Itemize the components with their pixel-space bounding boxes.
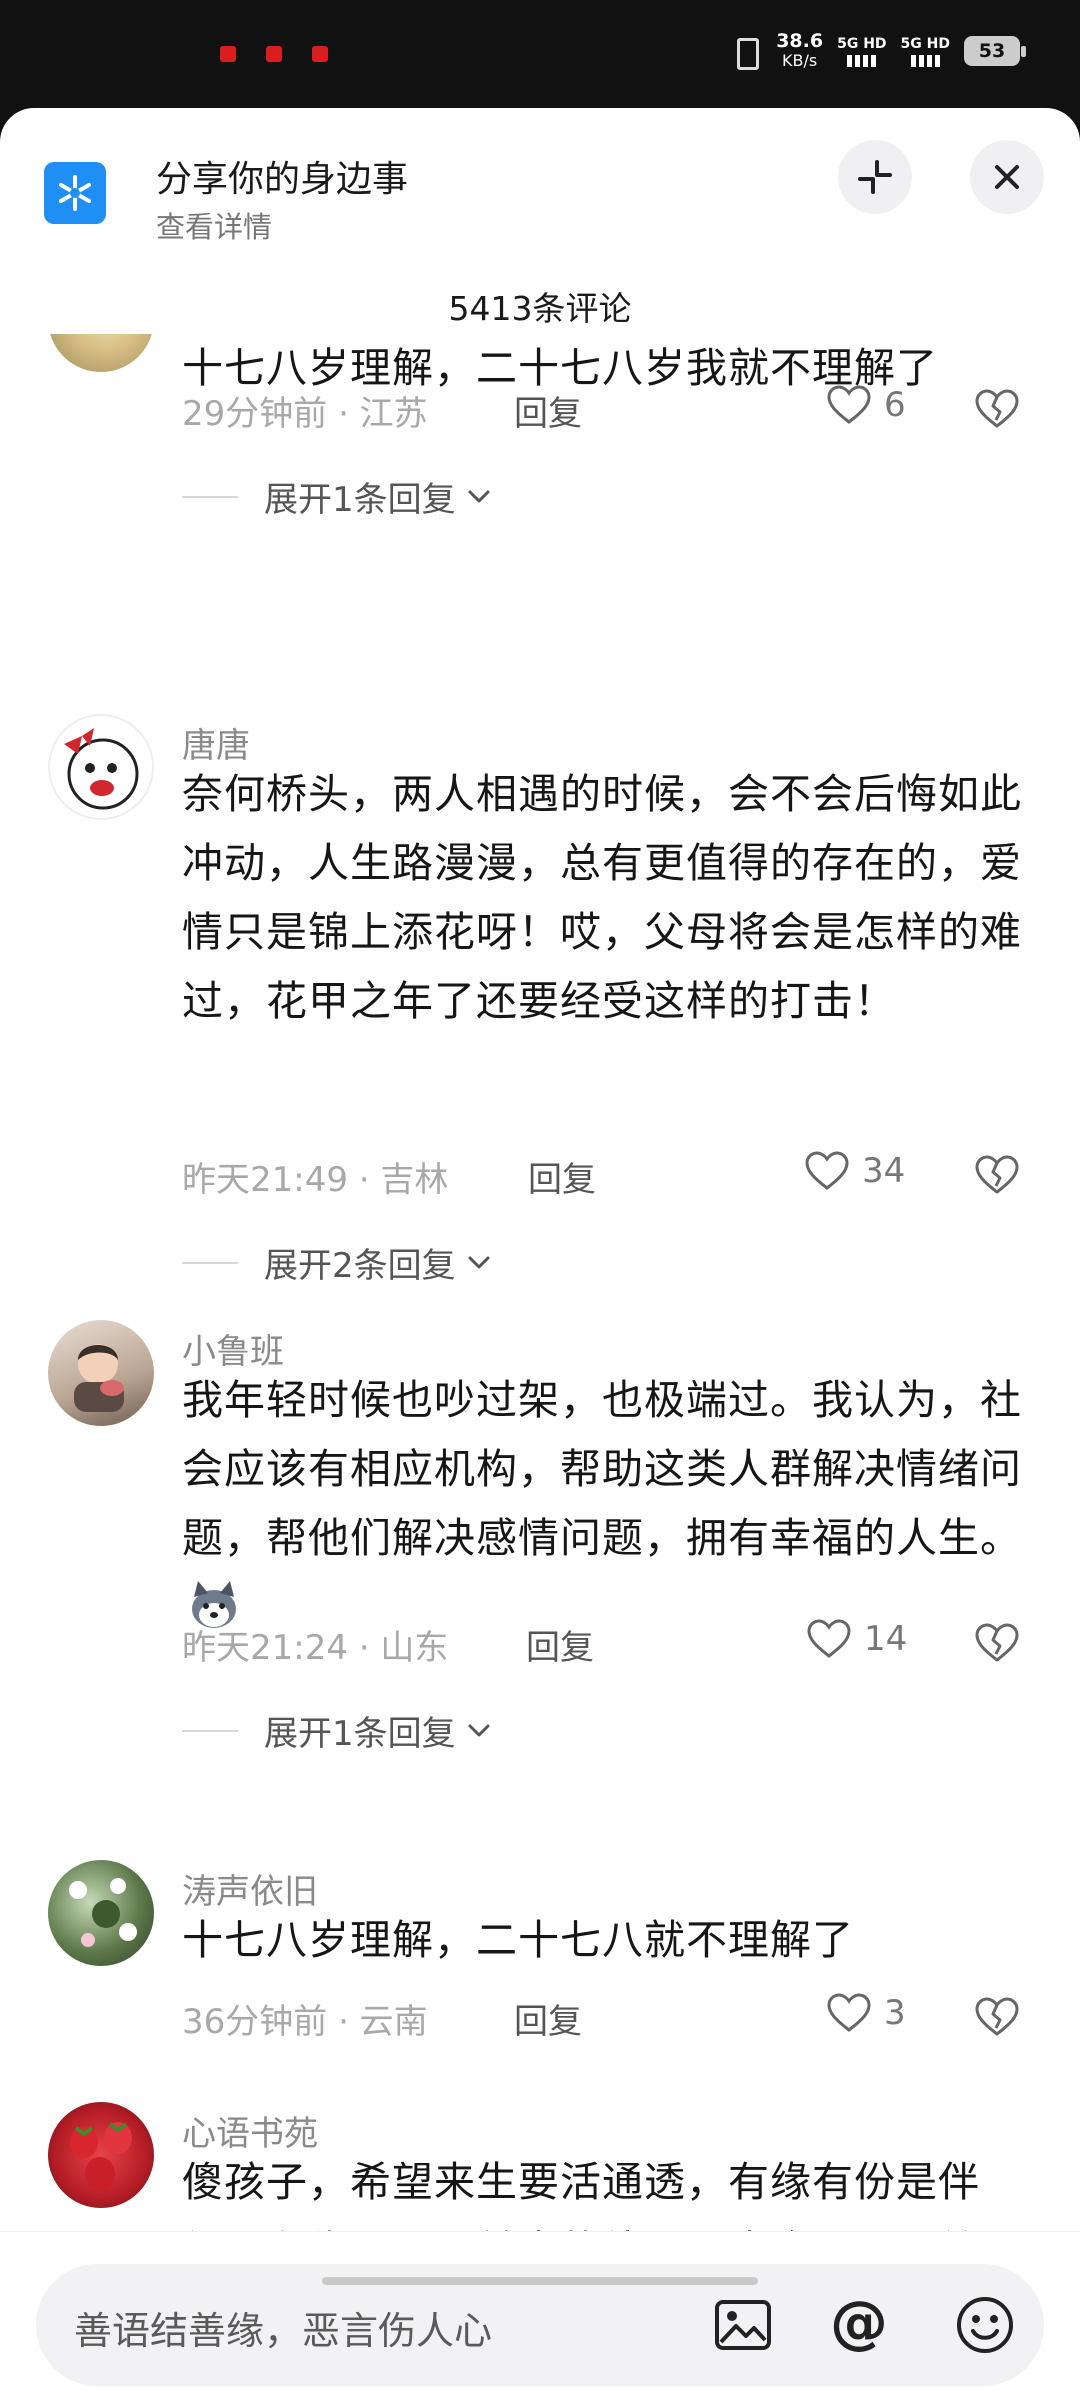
signal-bars-icon xyxy=(901,54,950,67)
heart-icon xyxy=(827,385,871,424)
signal-sim2: 5G HD xyxy=(901,36,950,67)
reply-button[interactable]: 回复 xyxy=(514,1994,582,2043)
broken-heart-icon xyxy=(975,1623,1019,1662)
comment-input-bar: 善语结善缘，恶言伤人心 @ xyxy=(0,2231,1080,2400)
comment-count: 5413条评论 xyxy=(448,289,632,328)
heart-icon xyxy=(805,1151,849,1190)
like-count: 3 xyxy=(884,1993,906,2033)
topic-details-link[interactable]: 查看详情 xyxy=(156,204,272,246)
image-icon xyxy=(715,2300,771,2350)
signal-sim1: 5G HD xyxy=(837,35,887,67)
signal-label: 5G HD xyxy=(900,35,950,52)
expand-replies[interactable]: 展开2条回复 xyxy=(182,1238,494,1287)
mention-button[interactable]: @ xyxy=(830,2288,888,2356)
avatar[interactable] xyxy=(48,714,154,820)
notification-icons xyxy=(220,46,328,62)
like-button[interactable]: 6 xyxy=(826,384,906,426)
close-icon xyxy=(995,165,1019,189)
heart-icon xyxy=(807,1619,851,1658)
collapse-button[interactable] xyxy=(838,140,912,214)
broken-heart-icon xyxy=(975,1155,1019,1194)
notification-icon xyxy=(266,46,282,62)
signal-bars-icon xyxy=(837,54,886,67)
like-count: 34 xyxy=(862,1151,906,1191)
dislike-button[interactable] xyxy=(974,1996,1020,2042)
reply-button[interactable]: 回复 xyxy=(526,1620,594,1669)
comment-meta: 29分钟前 · 江苏 xyxy=(182,394,428,434)
network-speed-value: 38.6 xyxy=(776,30,824,52)
status-bar: 38.6 KB/s 5G HD 5G HD 53 xyxy=(0,0,1080,108)
heart-icon xyxy=(827,1993,871,2032)
like-button[interactable]: 3 xyxy=(826,1992,906,2034)
network-speed-unit: KB/s xyxy=(782,51,818,70)
expand-replies[interactable]: 展开1条回复 xyxy=(182,1706,494,1755)
comment-meta: 36分钟前 · 云南 xyxy=(182,2002,428,2042)
topic-logo-icon[interactable] xyxy=(44,162,106,224)
emoji-button[interactable] xyxy=(954,2294,1016,2360)
signal-label: 5G HD xyxy=(837,35,887,52)
comment-text: 奈何桥头，两人相遇的时候，会不会后悔如此冲动，人生路漫漫，总有更值得的存在的，爱… xyxy=(182,770,1022,1025)
comment-text: 十七八岁理解，二十七八就不理解了 xyxy=(182,1916,854,1964)
collapse-icon xyxy=(858,160,892,194)
notification-icon xyxy=(312,46,328,62)
like-button[interactable]: 34 xyxy=(804,1150,905,1192)
comment-text-body: 我年轻时候也吵过架，也极端过。我认为，社会应该有相应机构，帮助这类人群解决情绪问… xyxy=(182,1376,1022,1562)
status-indicators: 38.6 KB/s 5G HD 5G HD 53 xyxy=(728,30,1026,71)
avatar[interactable] xyxy=(48,1860,154,1966)
topic-title[interactable]: 分享你的身边事 xyxy=(156,150,408,202)
comment-sheet: 分享你的身边事 查看详情 5413条评论 十七八岁理解，二十七八岁我就不理解了 … xyxy=(0,108,1080,2400)
dislike-button[interactable] xyxy=(974,388,1020,434)
expand-replies-label: 展开1条回复 xyxy=(264,480,456,520)
expand-replies-label: 展开2条回复 xyxy=(264,1246,456,1286)
vibrate-icon xyxy=(728,36,762,70)
avatar[interactable] xyxy=(48,1320,154,1426)
comment-meta: 昨天21:49 · 吉林 xyxy=(182,1160,449,1200)
home-indicator[interactable] xyxy=(322,2277,758,2285)
expand-replies-label: 展开1条回复 xyxy=(264,1714,456,1754)
expand-replies[interactable]: 展开1条回复 xyxy=(182,472,494,521)
notification-icon xyxy=(220,46,236,62)
broken-heart-icon xyxy=(975,389,1019,428)
network-speed: 38.6 KB/s xyxy=(776,30,824,71)
reply-button[interactable]: 回复 xyxy=(514,386,582,435)
comment-text: 傻孩子，希望来生要活通透，有缘有份是伴侣，有缘无分是前生的债，，，生命是父母给的… xyxy=(182,2158,980,2234)
chevron-down-icon xyxy=(468,1256,490,1268)
chevron-down-icon xyxy=(468,490,490,502)
like-count: 6 xyxy=(884,385,906,425)
emoji-icon xyxy=(957,2297,1013,2353)
like-button[interactable]: 14 xyxy=(806,1618,907,1660)
reply-button[interactable]: 回复 xyxy=(528,1152,596,1201)
comment-input-placeholder: 善语结善缘，恶言伤人心 xyxy=(74,2309,493,2353)
comment-list[interactable]: 十七八岁理解，二十七八岁我就不理解了 29分钟前 · 江苏 回复 6 展开1条回… xyxy=(0,334,1080,2234)
image-button[interactable] xyxy=(712,2294,774,2360)
comment-meta: 昨天21:24 · 山东 xyxy=(182,1628,449,1668)
dislike-button[interactable] xyxy=(974,1154,1020,1200)
avatar[interactable] xyxy=(48,334,154,372)
like-count: 14 xyxy=(864,1619,908,1659)
broken-heart-icon xyxy=(975,1997,1019,2036)
dislike-button[interactable] xyxy=(974,1622,1020,1668)
avatar[interactable] xyxy=(48,2102,154,2208)
chevron-down-icon xyxy=(468,1724,490,1736)
comment-text: 我年轻时候也吵过架，也极端过。我认为，社会应该有相应机构，帮助这类人群解决情绪问… xyxy=(182,1366,1032,1642)
battery-icon: 53 xyxy=(964,36,1026,66)
close-button[interactable] xyxy=(970,140,1044,214)
